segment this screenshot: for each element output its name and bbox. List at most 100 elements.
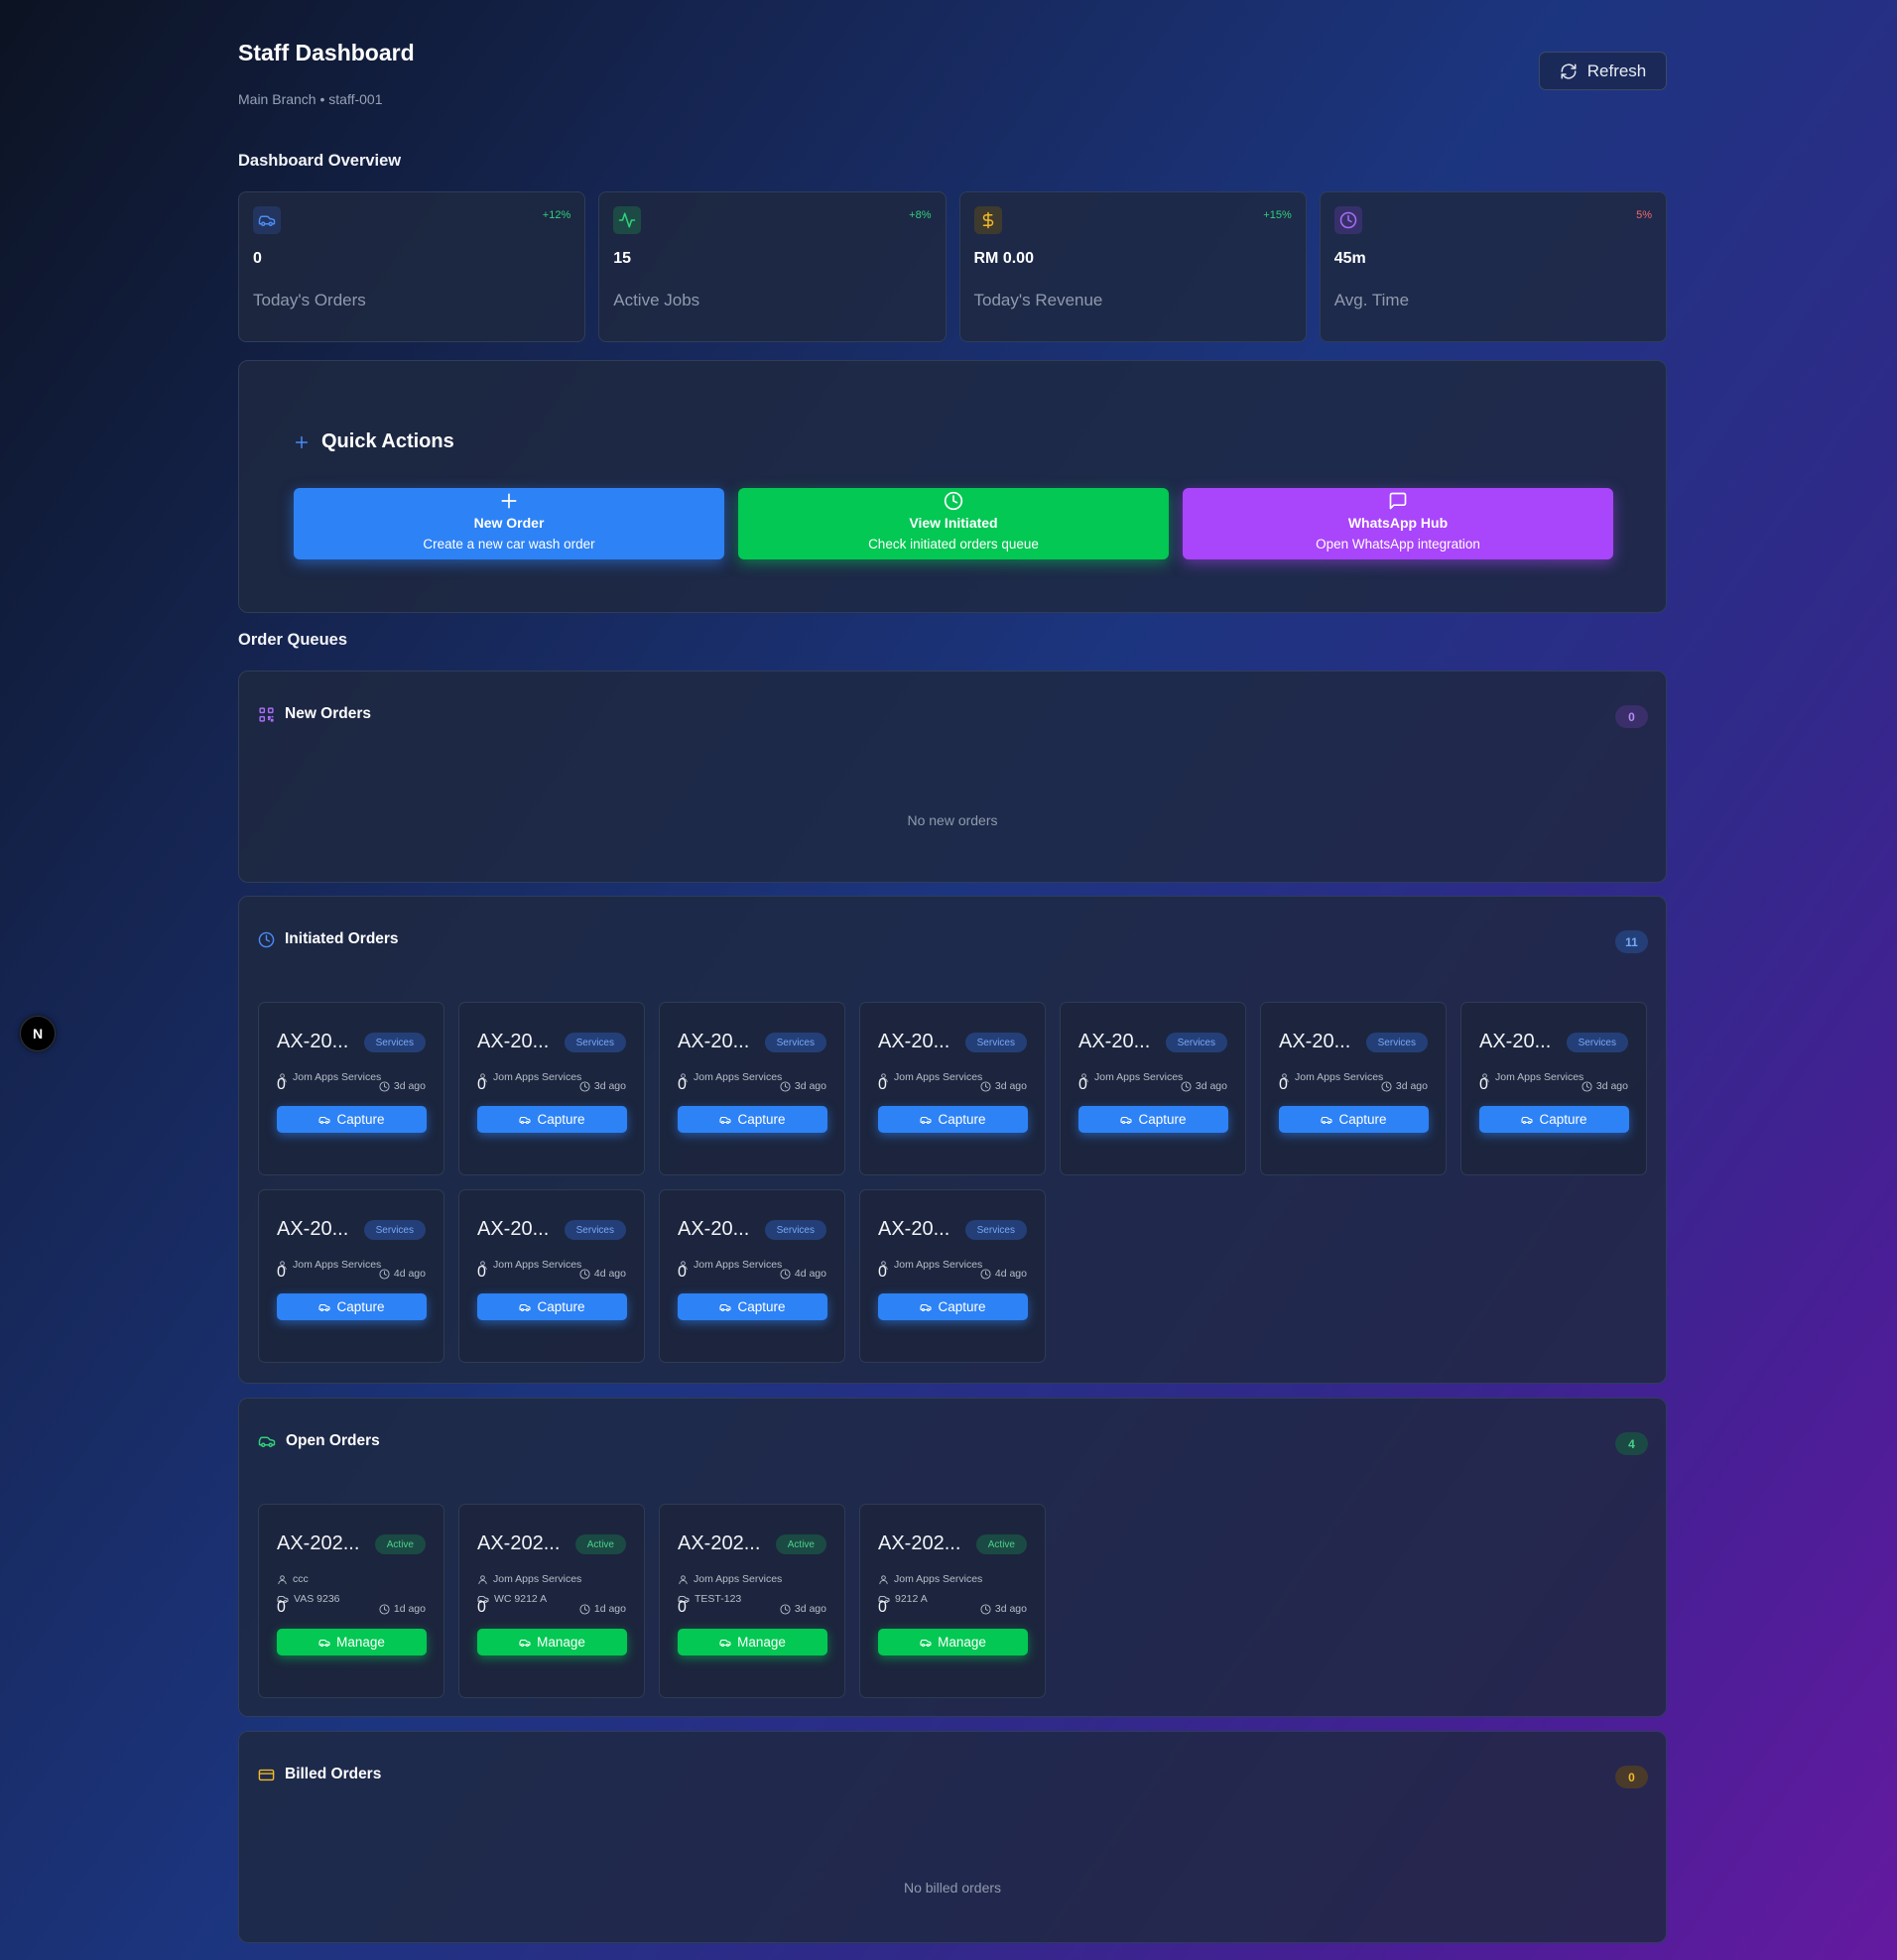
order-id: AX-20... — [678, 1218, 750, 1240]
order-id: AX-202... — [277, 1532, 360, 1554]
order-queues-title: Order Queues — [238, 631, 348, 649]
stat-card-avg-time: 5% 45m Avg. Time — [1319, 191, 1667, 342]
order-card[interactable]: AX-20... Services Jom Apps Services 0 3d ago… — [458, 1002, 645, 1175]
customer-line: Jom Apps Services — [678, 1071, 782, 1083]
customer-line: Jom Apps Services — [678, 1573, 782, 1585]
capture-button[interactable]: Capture — [477, 1106, 627, 1133]
order-amount: 0 — [1279, 1076, 1288, 1093]
stat-label: Today's Revenue — [973, 291, 1103, 309]
plate-number: WC 9212 A — [494, 1593, 548, 1605]
capture-button[interactable]: Capture — [477, 1293, 627, 1320]
branch-subtitle: Main Branch • staff-001 — [238, 91, 383, 107]
order-card[interactable]: AX-20... Services Jom Apps Services 0 3d ago… — [1060, 1002, 1246, 1175]
manage-button[interactable]: Manage — [277, 1629, 427, 1655]
time-line: 3d ago — [980, 1080, 1027, 1092]
stat-change: +12% — [542, 209, 571, 221]
plate-line: TEST-123 — [678, 1593, 741, 1605]
button-label: Capture — [1539, 1112, 1587, 1127]
order-id: AX-20... — [878, 1031, 950, 1052]
order-card[interactable]: AX-20... Services Jom Apps Services 0 4d ago… — [258, 1189, 444, 1363]
clock-icon — [780, 1268, 791, 1280]
stat-label: Avg. Time — [1333, 291, 1410, 309]
customer-name: Jom Apps Services — [1094, 1071, 1184, 1083]
order-card[interactable]: AX-20... Services Jom Apps Services 0 4d ago… — [659, 1189, 845, 1363]
order-age: 4d ago — [593, 1268, 626, 1280]
button-label: Capture — [1138, 1112, 1187, 1127]
status-badge: Active — [374, 1534, 426, 1554]
user-icon — [477, 1574, 488, 1585]
order-age: 3d ago — [994, 1603, 1027, 1615]
refresh-button[interactable]: Refresh — [1539, 52, 1667, 90]
customer-name: Jom Apps Services — [493, 1071, 582, 1083]
order-age: 3d ago — [794, 1080, 826, 1092]
clock-icon — [780, 1603, 791, 1615]
capture-button[interactable]: Capture — [1479, 1106, 1629, 1133]
capture-button[interactable]: Capture — [878, 1293, 1028, 1320]
order-card[interactable]: AX-20... Services Jom Apps Services 0 3d ago… — [258, 1002, 444, 1175]
whatsapp-hub-button[interactable]: WhatsApp Hub Open WhatsApp integration — [1183, 488, 1613, 559]
capture-button[interactable]: Capture — [1078, 1106, 1228, 1133]
order-amount: 0 — [878, 1264, 887, 1281]
order-amount: 0 — [878, 1599, 887, 1616]
order-card[interactable]: AX-20... Services Jom Apps Services 0 3d ago… — [659, 1002, 845, 1175]
capture-button[interactable]: Capture — [678, 1293, 827, 1320]
initiated-orders-header: Initiated Orders — [258, 930, 399, 948]
capture-button[interactable]: Capture — [277, 1293, 427, 1320]
time-line: 3d ago — [379, 1080, 426, 1092]
new-order-button[interactable]: New Order Create a new car wash order — [294, 488, 724, 559]
time-line: 3d ago — [780, 1080, 826, 1092]
stat-card-orders: +12% 0 Today's Orders — [238, 191, 586, 342]
capture-button[interactable]: Capture — [878, 1106, 1028, 1133]
order-id: AX-20... — [277, 1218, 349, 1240]
clock-icon — [579, 1603, 590, 1615]
order-card[interactable]: AX-20... Services Jom Apps Services 0 3d ago… — [859, 1002, 1046, 1175]
order-card[interactable]: AX-202... Active ccc VAS 9236 0 1d ago Manage — [258, 1504, 444, 1698]
new-orders-title: New Orders — [285, 705, 372, 722]
view-initiated-button[interactable]: View Initiated Check initiated orders qu… — [738, 488, 1169, 559]
order-card[interactable]: AX-20... Services Jom Apps Services 0 4d ago… — [458, 1189, 645, 1363]
manage-button[interactable]: Manage — [678, 1629, 827, 1655]
order-amount: 0 — [477, 1599, 486, 1616]
capture-button[interactable]: Capture — [678, 1106, 827, 1133]
capture-button[interactable]: Capture — [277, 1106, 427, 1133]
customer-line: Jom Apps Services — [1078, 1071, 1183, 1083]
order-id: AX-20... — [1078, 1031, 1151, 1052]
order-card[interactable]: AX-20... Services Jom Apps Services 0 3d ago… — [1260, 1002, 1447, 1175]
order-card[interactable]: AX-202... Active Jom Apps Services WC 9212 … — [458, 1504, 645, 1698]
order-card[interactable]: AX-202... Active Jom Apps Services 9212 A 0 3… — [859, 1504, 1046, 1698]
time-line: 4d ago — [579, 1268, 626, 1280]
car-icon — [318, 1114, 331, 1126]
status-badge: Services — [564, 1220, 626, 1240]
clock-icon — [980, 1603, 991, 1615]
order-age: 3d ago — [1395, 1080, 1428, 1092]
status-badge: Services — [964, 1033, 1027, 1052]
new-order-title: New Order — [473, 515, 545, 531]
initiated-orders-panel: Initiated Orders 11 AX-20... Services Jom … — [238, 896, 1667, 1384]
order-card[interactable]: AX-202... Active Jom Apps Services TEST-123… — [659, 1504, 845, 1698]
refresh-icon — [1560, 62, 1578, 80]
manage-button[interactable]: Manage — [477, 1629, 627, 1655]
whatsapp-hub-title: WhatsApp Hub — [1347, 515, 1449, 531]
clock-icon — [379, 1603, 390, 1615]
customer-line: Jom Apps Services — [1279, 1071, 1383, 1083]
stat-change: 5% — [1636, 209, 1652, 221]
dev-indicator-badge[interactable]: N — [20, 1016, 56, 1051]
clock-icon — [1181, 1080, 1192, 1092]
dollar-icon — [973, 206, 1002, 234]
order-id: AX-202... — [678, 1532, 761, 1554]
manage-button[interactable]: Manage — [878, 1629, 1028, 1655]
status-badge: Services — [1165, 1033, 1227, 1052]
plate-number: 9212 A — [895, 1593, 928, 1605]
car-icon — [1120, 1114, 1133, 1126]
customer-name: Jom Apps Services — [894, 1573, 983, 1585]
order-card[interactable]: AX-20... Services Jom Apps Services 0 4d ago… — [859, 1189, 1046, 1363]
initiated-orders-count: 11 — [1615, 930, 1648, 953]
order-card[interactable]: AX-20... Services Jom Apps Services 0 3d ago… — [1460, 1002, 1647, 1175]
open-orders-header: Open Orders — [258, 1432, 380, 1450]
time-line: 3d ago — [980, 1603, 1027, 1615]
capture-button[interactable]: Capture — [1279, 1106, 1429, 1133]
status-badge: Active — [975, 1534, 1027, 1554]
stat-value: 15 — [613, 250, 632, 267]
quick-actions-title: Quick Actions — [321, 430, 454, 452]
clock-icon — [258, 931, 275, 948]
